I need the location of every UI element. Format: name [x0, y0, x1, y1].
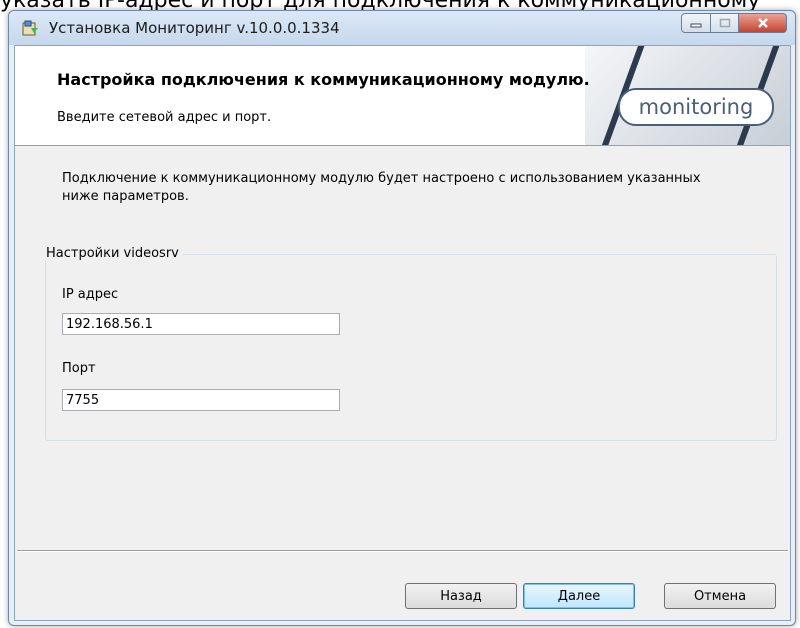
page-subtitle: Введите сетевой адрес и порт.	[57, 110, 272, 125]
minimize-button[interactable]	[681, 13, 711, 33]
cancel-button[interactable]: Отмена	[664, 583, 776, 609]
title-bar[interactable]: Установка Мониторинг v.10.0.0.1334	[9, 11, 795, 45]
page-title: Настройка подключения к коммуникационном…	[57, 70, 590, 89]
close-button[interactable]	[739, 13, 787, 33]
port-input[interactable]	[62, 389, 340, 411]
monitoring-logo: monitoring	[618, 88, 774, 126]
videosrv-settings-group: Настройки videosrv IP адрес Порт	[42, 246, 777, 441]
description-text: Подключение к коммуникационному модулю б…	[62, 171, 701, 204]
installer-window: Установка Мониторинг v.10.0.0.1334 Настр…	[8, 10, 796, 626]
ip-address-input[interactable]	[62, 313, 340, 335]
maximize-icon	[719, 18, 730, 28]
group-legend: Настройки videosrv	[42, 246, 183, 261]
window-title: Установка Мониторинг v.10.0.0.1334	[49, 19, 340, 37]
dialog-body: Настройка подключения к коммуникационном…	[14, 45, 791, 621]
header-banner: Настройка подключения к коммуникационном…	[15, 46, 790, 146]
ip-address-label: IP адрес	[62, 287, 119, 302]
back-button[interactable]: Назад	[405, 583, 517, 609]
button-divider	[17, 550, 788, 552]
port-label: Порт	[62, 361, 96, 376]
minimize-icon	[690, 23, 702, 28]
maximize-button[interactable]	[711, 13, 739, 33]
next-button[interactable]: Далее	[523, 583, 635, 609]
close-icon	[757, 18, 768, 28]
installer-icon	[22, 20, 38, 36]
window-controls	[681, 13, 787, 35]
